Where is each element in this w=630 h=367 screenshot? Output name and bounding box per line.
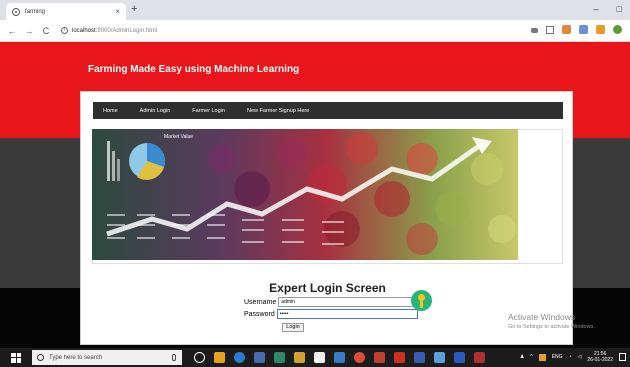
tab-close-icon[interactable]: × <box>115 7 120 16</box>
clock-date: 26-01-2022 <box>587 357 613 363</box>
search-icon <box>37 354 44 361</box>
maximize-button[interactable]: □ <box>617 4 622 14</box>
tab-title: farming <box>25 8 46 15</box>
market-chart-graphic: Market Value <box>92 129 518 260</box>
new-tab-button[interactable]: + <box>131 3 137 15</box>
site-title: Farming Made Easy using Machine Learning <box>88 64 300 75</box>
extensions-area <box>531 25 622 34</box>
menu-item-farmer-login[interactable]: Farmer Login <box>192 108 225 114</box>
app-icon[interactable] <box>474 352 485 363</box>
app-icon[interactable] <box>454 352 465 363</box>
task-view-icon[interactable] <box>194 352 205 363</box>
password-label: Password <box>244 310 275 318</box>
language-indicator[interactable]: ENG <box>552 354 563 360</box>
star-icon[interactable] <box>546 25 554 34</box>
app-icon[interactable] <box>394 352 405 363</box>
content-card: Home Admin Login Farmer Login New Farmer… <box>80 91 573 345</box>
reload-button[interactable]: C <box>41 26 51 36</box>
profile-avatar[interactable] <box>613 25 622 34</box>
main-menu: Home Admin Login Farmer Login New Farmer… <box>93 102 563 119</box>
url-host: localhost: <box>72 27 98 34</box>
search-placeholder: Type here to search <box>49 354 103 361</box>
password-manager-key-icon[interactable] <box>411 290 432 311</box>
app-icon[interactable] <box>334 352 345 363</box>
windows-start-icon[interactable] <box>11 352 21 363</box>
volume-icon[interactable]: ◁ <box>578 354 582 360</box>
app-icon[interactable] <box>214 352 225 363</box>
notification-icon[interactable] <box>619 353 626 361</box>
minimize-button[interactable]: – <box>594 4 599 14</box>
system-tray: ♟ ^ ENG ◔ ◁ 21:56 26-01-2022 <box>520 351 626 363</box>
edge-icon[interactable] <box>234 352 245 363</box>
people-icon[interactable]: ♟ <box>520 354 524 360</box>
password-row: Password <box>244 309 418 319</box>
taskbar-apps <box>194 352 485 363</box>
extension-icon[interactable] <box>562 25 571 34</box>
globe-icon <box>12 7 20 16</box>
tray-app-icon[interactable] <box>538 353 546 361</box>
activate-windows-watermark: Activate Windows Go to Settings to activ… <box>508 312 595 330</box>
file-explorer-icon[interactable] <box>294 352 305 363</box>
app-icon[interactable] <box>434 352 445 363</box>
banner-caption: Market Value <box>164 134 193 140</box>
menu-item-new-farmer-signup[interactable]: New Farmer Signup Here <box>247 108 309 114</box>
url-field[interactable]: i localhost:8000/AdminLogin.html <box>61 27 157 34</box>
address-bar: ← → C i localhost:8000/AdminLogin.html <box>0 20 630 42</box>
browser-tab-bar: farming × + – □ <box>0 0 630 20</box>
username-row: Username <box>244 297 420 307</box>
browser-tab[interactable]: farming × <box>6 3 126 20</box>
back-button[interactable]: ← <box>7 26 17 36</box>
store-icon[interactable] <box>314 352 325 363</box>
app-icon[interactable] <box>374 352 385 363</box>
watermark-line1: Activate Windows <box>508 312 576 322</box>
fox-extension-icon[interactable] <box>596 25 605 34</box>
info-icon[interactable]: i <box>61 27 68 34</box>
menu-item-home[interactable]: Home <box>103 108 118 114</box>
menu-item-admin-login[interactable]: Admin Login <box>140 108 171 114</box>
window-controls: – □ <box>594 4 622 14</box>
banner-image: Market Value <box>92 129 518 260</box>
login-title: Expert Login Screen <box>269 281 386 295</box>
password-input[interactable] <box>276 309 418 319</box>
forward-button[interactable]: → <box>24 26 34 36</box>
key-icon[interactable] <box>531 28 538 33</box>
username-input[interactable] <box>278 297 420 307</box>
app-icon[interactable] <box>414 352 425 363</box>
network-icon[interactable]: ◔ <box>569 354 572 360</box>
microphone-icon[interactable] <box>172 354 176 361</box>
screen: farming × + – □ ← → C i localhost:8000/A… <box>0 0 630 367</box>
chrome-icon[interactable] <box>354 352 365 363</box>
username-label: Username <box>244 298 277 306</box>
app-icon[interactable] <box>254 352 265 363</box>
url-path: 8000/AdminLogin.html <box>97 27 158 34</box>
clock[interactable]: 21:56 26-01-2022 <box>587 351 613 363</box>
app-icon[interactable] <box>274 352 285 363</box>
login-button[interactable]: Login <box>282 323 304 332</box>
web-page: Farming Made Easy using Machine Learning… <box>0 42 630 348</box>
chevron-up-icon[interactable]: ^ <box>530 354 532 360</box>
extension-icon[interactable] <box>579 25 588 34</box>
windows-taskbar: Type here to search ♟ ^ ENG ◔ ◁ 21:56 26… <box>0 348 630 367</box>
watermark-line2: Go to Settings to activate Windows. <box>508 324 595 330</box>
taskbar-search[interactable]: Type here to search <box>32 350 182 365</box>
